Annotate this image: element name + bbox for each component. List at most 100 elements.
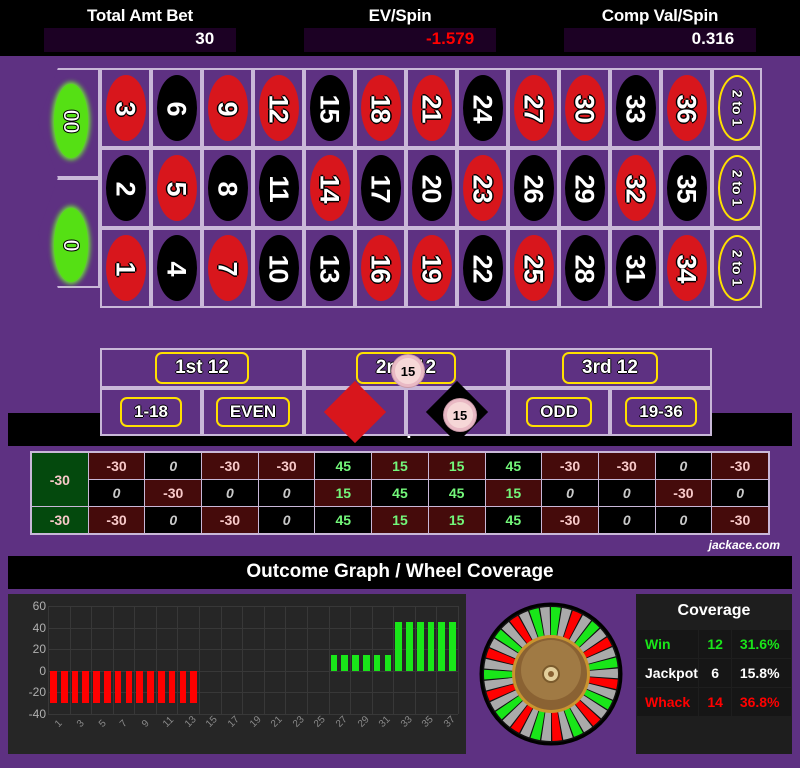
bet-spot-00-label: 00 bbox=[58, 109, 85, 134]
stat-label: EV/Spin bbox=[368, 6, 432, 26]
x-axis-tick: 21 bbox=[269, 714, 285, 730]
bet-spot-34[interactable]: 34 bbox=[661, 228, 712, 308]
number-oval: 14 bbox=[309, 155, 350, 221]
chart-bar bbox=[114, 670, 122, 704]
bet-spot-36[interactable]: 36 bbox=[661, 68, 712, 148]
number-oval: 5 bbox=[156, 155, 197, 221]
bet-spot-7[interactable]: 7 bbox=[202, 228, 253, 308]
bet-spot-red[interactable] bbox=[304, 380, 406, 444]
number-label: 4 bbox=[162, 260, 192, 276]
number-label: 30 bbox=[569, 93, 600, 123]
bet-spot-27[interactable]: 27 bbox=[508, 68, 559, 148]
bet-spot-11[interactable]: 11 bbox=[253, 148, 304, 228]
bet-spot-column-3[interactable]: 2 to 1 bbox=[712, 228, 762, 308]
bet-spot-12[interactable]: 12 bbox=[253, 68, 304, 148]
bet-spot-3rd-12[interactable]: 3rd 12 bbox=[508, 348, 712, 388]
number-label: 15 bbox=[314, 93, 345, 123]
bet-spot-1[interactable]: 1 bbox=[100, 228, 151, 308]
number-oval: 33 bbox=[615, 75, 656, 141]
winloss-cell: -30 bbox=[145, 480, 202, 506]
bet-spot-32[interactable]: 32 bbox=[610, 148, 661, 228]
bet-spot-2[interactable]: 2 bbox=[100, 148, 151, 228]
number-label: 19 bbox=[416, 253, 447, 283]
winloss-cell: 0 bbox=[258, 507, 315, 533]
chart-bar bbox=[330, 654, 338, 671]
stat-label: Comp Val/Spin bbox=[601, 6, 719, 26]
bet-spot-column-2[interactable]: 2 to 1 bbox=[712, 148, 762, 228]
chart-bar bbox=[93, 670, 100, 704]
bet-spot-even[interactable]: EVEN bbox=[202, 388, 304, 436]
bet-spot-19-36-label: 19-36 bbox=[625, 397, 697, 427]
bet-spot-19[interactable]: 19 bbox=[406, 228, 457, 308]
bet-spot-3[interactable]: 3 bbox=[100, 68, 151, 148]
red-diamond-icon bbox=[323, 380, 387, 444]
bet-spot-14[interactable]: 14 bbox=[304, 148, 355, 228]
winloss-value: 45 bbox=[448, 485, 465, 501]
bet-spot-odd[interactable]: ODD bbox=[508, 388, 610, 436]
winloss-cell: 0 bbox=[598, 507, 655, 533]
number-label: 6 bbox=[162, 100, 192, 116]
chip-on-black[interactable]: 15 bbox=[444, 399, 476, 431]
winloss-value: 0 bbox=[566, 485, 574, 501]
winloss-value: -30 bbox=[49, 512, 70, 528]
number-oval: 26 bbox=[513, 155, 554, 221]
x-axis-tick: 15 bbox=[204, 714, 221, 730]
bet-spot-19-36[interactable]: 19-36 bbox=[610, 388, 712, 436]
winloss-cell: -30 bbox=[88, 507, 145, 533]
number-label: 16 bbox=[365, 253, 396, 283]
number-oval: 32 bbox=[615, 155, 656, 221]
x-axis-tick: 23 bbox=[290, 714, 307, 730]
outcome-graph-title: Outcome Graph / Wheel Coverage bbox=[8, 556, 792, 589]
bet-spot-29[interactable]: 29 bbox=[559, 148, 610, 228]
bet-spot-column-1[interactable]: 2 to 1 bbox=[712, 68, 762, 148]
bet-spot-10[interactable]: 10 bbox=[253, 228, 304, 308]
bet-spot-30[interactable]: 30 bbox=[559, 68, 610, 148]
bet-spot-22[interactable]: 22 bbox=[457, 228, 508, 308]
number-label: 33 bbox=[620, 93, 651, 123]
stat-value: 0.316 bbox=[563, 28, 757, 52]
winloss-row: -30 -30 0 -30 -30 45 15 15 45 -30 -30 0 -30 bbox=[32, 453, 768, 506]
number-oval: 11 bbox=[258, 155, 299, 221]
chart-bar bbox=[136, 670, 144, 704]
bet-spot-26[interactable]: 26 bbox=[508, 148, 559, 228]
bet-spot-17[interactable]: 17 bbox=[355, 148, 406, 228]
winloss-cell: 45 bbox=[485, 453, 542, 479]
bet-spot-21[interactable]: 21 bbox=[406, 68, 457, 148]
bet-spot-31[interactable]: 31 bbox=[610, 228, 661, 308]
bet-spot-4[interactable]: 4 bbox=[151, 228, 202, 308]
bet-spot-18[interactable]: 18 bbox=[355, 68, 406, 148]
bet-spot-13[interactable]: 13 bbox=[304, 228, 355, 308]
bet-spot-8[interactable]: 8 bbox=[202, 148, 253, 228]
number-label: 35 bbox=[671, 173, 702, 203]
winloss-cell: 15 bbox=[372, 453, 428, 479]
bet-spot-33[interactable]: 33 bbox=[610, 68, 661, 148]
winloss-value: -30 bbox=[106, 458, 127, 474]
bet-spot-15[interactable]: 15 bbox=[304, 68, 355, 148]
bet-spot-1-18[interactable]: 1-18 bbox=[100, 388, 202, 436]
number-oval: 34 bbox=[666, 235, 707, 301]
coverage-percent: 15.8% bbox=[732, 659, 791, 687]
bet-spot-23[interactable]: 23 bbox=[457, 148, 508, 228]
bet-spot-3rd-12-label: 3rd 12 bbox=[562, 352, 658, 384]
bet-spot-9[interactable]: 9 bbox=[202, 68, 253, 148]
bet-spot-5[interactable]: 5 bbox=[151, 148, 202, 228]
y-axis-tick: 20 bbox=[32, 642, 46, 657]
bet-spot-25[interactable]: 25 bbox=[508, 228, 559, 308]
number-label: 28 bbox=[569, 253, 600, 283]
bet-spot-1st-12[interactable]: 1st 12 bbox=[100, 348, 304, 388]
number-oval: 3 bbox=[105, 75, 146, 141]
bet-spot-6[interactable]: 6 bbox=[151, 68, 202, 148]
y-axis-tick: 60 bbox=[32, 599, 46, 613]
bet-spot-24[interactable]: 24 bbox=[457, 68, 508, 148]
coverage-row: Win 12 31.6% bbox=[637, 630, 791, 658]
x-axis-tick: 11 bbox=[161, 714, 177, 730]
winloss-value: 15 bbox=[448, 458, 465, 474]
winloss-value: 0 bbox=[169, 512, 178, 528]
bet-spot-16[interactable]: 16 bbox=[355, 228, 406, 308]
bet-spot-28[interactable]: 28 bbox=[559, 228, 610, 308]
chip-on-2nd-12[interactable]: 15 bbox=[392, 355, 424, 387]
bet-spot-20[interactable]: 20 bbox=[406, 148, 457, 228]
number-label: 2 bbox=[111, 180, 141, 196]
wheel-coverage-diagram bbox=[466, 594, 636, 754]
bet-spot-35[interactable]: 35 bbox=[661, 148, 712, 228]
